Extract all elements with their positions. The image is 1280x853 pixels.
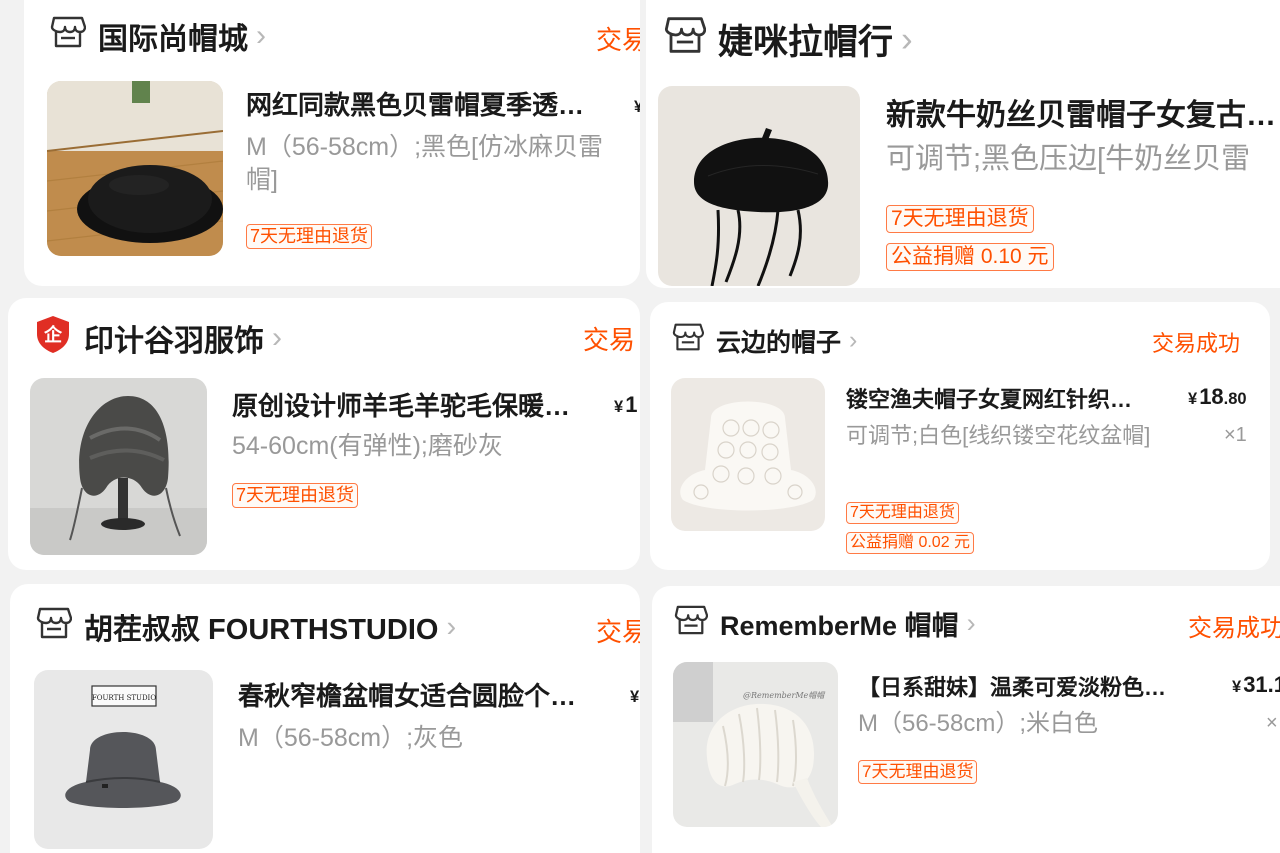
product-sku: M（56-58cm）;米白色: [858, 710, 1099, 737]
product-image[interactable]: [658, 86, 860, 286]
store-icon: [674, 604, 709, 643]
charity-badge: 公益捐赠 0.02 元: [846, 532, 975, 555]
price-currency: ¥: [614, 398, 624, 416]
product-title[interactable]: 【日系甜妹】温柔可爱淡粉色…: [858, 670, 1204, 702]
price: ¥18.80: [1188, 384, 1247, 410]
store-icon: [36, 606, 73, 648]
product-image[interactable]: @RememberMe帽帽: [673, 662, 838, 827]
brand-tag-text: FOURTH STUDIO: [92, 694, 156, 702]
price: ¥31.1: [1232, 672, 1280, 698]
price: ¥: [630, 682, 640, 708]
chevron-right-icon: ›: [446, 610, 457, 643]
product-title[interactable]: 网红同款黑色贝雷帽夏季透…: [246, 85, 606, 122]
watermark-text: @RememberMe帽帽: [743, 691, 826, 700]
product-title[interactable]: 原创设计师羊毛羊驼毛保暖…: [232, 386, 592, 423]
shop-header[interactable]: 国际尚帽城 ›: [50, 14, 266, 58]
order-card-4[interactable]: 云边的帽子 › 交易成功 镂空渔夫帽子女夏网红针织… ¥18.80 可调节;白色…: [650, 302, 1270, 570]
order-card-5[interactable]: 胡茬叔叔 FOURTHSTUDIO › 交易 FOURTH STUDIO 春秋窄…: [10, 584, 640, 853]
quantity: ×: [1266, 712, 1278, 734]
product-image[interactable]: [30, 378, 207, 555]
store-icon: [50, 15, 87, 57]
order-card-1[interactable]: 国际尚帽城 › 交易 网红同款黑色贝雷帽夏季透… ¥ M（56-58cm）;黑色…: [24, 0, 640, 286]
enterprise-badge-icon: 企: [34, 314, 72, 362]
product-sku: 54-60cm(有弹性);磨砂灰: [232, 432, 503, 460]
svg-text:企: 企: [43, 324, 63, 346]
charity-badge: 公益捐赠 0.10 元: [886, 243, 1054, 272]
chevron-right-icon: ›: [966, 608, 976, 638]
shop-name: 胡茬叔叔 FOURTHSTUDIO: [84, 614, 439, 646]
shop-header[interactable]: 云边的帽子 ›: [672, 322, 857, 359]
order-status: 交易: [596, 25, 640, 55]
product-image[interactable]: [47, 81, 223, 256]
shop-name: 云边的帽子: [716, 328, 842, 357]
price-decimal: .80: [1223, 390, 1247, 408]
return-policy-badge: 7天无理由退货: [846, 502, 959, 525]
shop-header[interactable]: 胡茬叔叔 FOURTHSTUDIO ›: [36, 606, 456, 648]
return-policy-badge: 7天无理由退货: [858, 760, 978, 784]
order-card-3[interactable]: 企 印计谷羽服饰 › 交易 原创设计师羊毛羊驼毛保暖… ¥1 54-60cm(有…: [8, 298, 640, 570]
price-integer: 1: [625, 392, 638, 417]
order-status: 交易成功: [1188, 615, 1280, 642]
shop-header[interactable]: 企 印计谷羽服饰 ›: [34, 314, 282, 362]
shop-name: 印计谷羽服饰: [84, 325, 264, 358]
product-title[interactable]: 新款牛奶丝贝雷帽子女复古…: [886, 90, 1280, 134]
product-sku: M（56-58cm）;灰色: [238, 724, 464, 752]
quantity: ×1: [1224, 424, 1247, 446]
shop-name: RememberMe 帽帽: [720, 611, 959, 641]
price-currency: ¥: [1232, 678, 1242, 696]
order-status: 交易: [583, 325, 636, 355]
product-image[interactable]: [671, 378, 825, 531]
product-title[interactable]: 镂空渔夫帽子女夏网红针织…: [846, 382, 1166, 414]
order-status: 交易成功: [1152, 331, 1241, 356]
product-sku: 可调节;白色[线织镂空花纹盆帽]: [846, 423, 1151, 448]
shop-name: 婕咪拉帽行: [718, 23, 894, 62]
product-image[interactable]: FOURTH STUDIO: [34, 670, 213, 849]
price: ¥1: [614, 392, 637, 418]
product-title[interactable]: 春秋窄檐盆帽女适合圆脸个…: [238, 676, 598, 713]
price-currency: ¥: [634, 98, 640, 116]
shop-header[interactable]: RememberMe 帽帽 ›: [674, 604, 976, 643]
chevron-right-icon: ›: [272, 321, 282, 354]
product-sku: M（56-58cm）;黑色[仿冰麻贝雷帽]: [246, 133, 603, 194]
price-integer: 18: [1199, 384, 1224, 409]
price: ¥: [634, 92, 640, 118]
return-policy-badge: 7天无理由退货: [886, 205, 1034, 234]
price-currency: ¥: [630, 688, 640, 706]
shop-header[interactable]: 婕咪拉帽行 ›: [664, 14, 913, 65]
store-icon: [672, 322, 705, 359]
chevron-right-icon: ›: [849, 326, 858, 354]
shop-name: 国际尚帽城: [98, 23, 248, 56]
return-policy-badge: 7天无理由退货: [246, 224, 373, 249]
order-card-6[interactable]: RememberMe 帽帽 › 交易成功 @RememberMe帽帽 【日系甜妹…: [652, 586, 1280, 853]
store-icon: [664, 15, 707, 64]
price-integer: 31.1: [1243, 672, 1280, 697]
chevron-right-icon: ›: [256, 19, 266, 52]
chevron-right-icon: ›: [901, 19, 913, 59]
order-card-2[interactable]: 婕咪拉帽行 › 新款牛奶丝贝雷帽子女复古… 可调节;黑色压边[牛奶丝贝雷 7天无…: [646, 0, 1280, 288]
price-currency: ¥: [1188, 390, 1198, 408]
order-status: 交易: [596, 617, 640, 647]
product-sku: 可调节;黑色压边[牛奶丝贝雷: [886, 143, 1251, 175]
return-policy-badge: 7天无理由退货: [232, 483, 359, 508]
